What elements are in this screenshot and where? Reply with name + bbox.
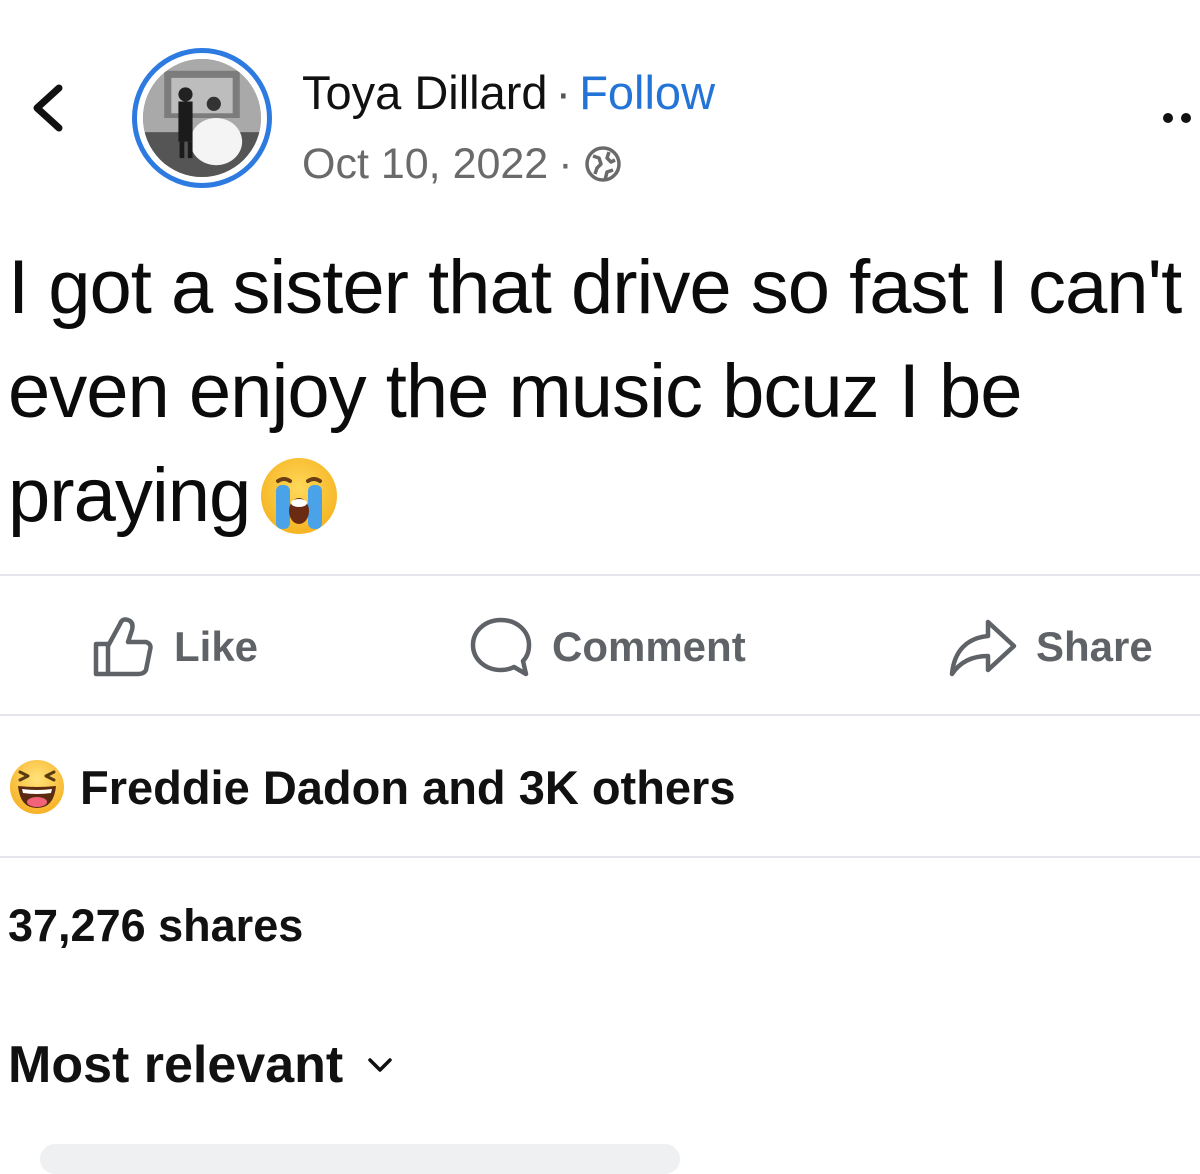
divider xyxy=(0,856,1200,858)
follow-button[interactable]: Follow xyxy=(579,66,715,119)
post-meta: Oct 10, 2022 · xyxy=(302,136,623,192)
post-text: I got a sister that drive so fast I can'… xyxy=(8,245,1182,538)
author-name[interactable]: Toya Dillard xyxy=(302,66,548,119)
comment-bubble-icon xyxy=(470,617,532,677)
back-button[interactable] xyxy=(22,78,72,138)
more-options-icon xyxy=(1163,113,1191,123)
divider xyxy=(0,714,1200,716)
share-label: Share xyxy=(1036,623,1153,670)
reactions-text: Freddie Dadon and 3K others xyxy=(80,760,736,814)
avatar-photo xyxy=(143,59,261,177)
laughing-face-icon xyxy=(10,760,64,814)
like-label: Like xyxy=(174,623,259,670)
share-button[interactable]: Share xyxy=(948,610,1153,684)
separator-dot: · xyxy=(558,140,573,188)
globe-icon xyxy=(584,146,621,182)
post-body: I got a sister that drive so fast I can'… xyxy=(8,236,1194,548)
author-avatar[interactable] xyxy=(132,48,272,188)
thumbs-up-icon xyxy=(93,617,153,677)
back-chevron-icon xyxy=(33,84,63,132)
chevron-down-icon xyxy=(368,1058,392,1072)
comment-preview xyxy=(40,1144,680,1174)
author-line: Toya Dillard · Follow xyxy=(302,62,715,124)
like-button[interactable]: Like xyxy=(90,610,258,684)
comment-label: Comment xyxy=(552,623,746,670)
separator-dot: · xyxy=(555,66,572,119)
more-options-button[interactable] xyxy=(1160,100,1200,130)
divider xyxy=(0,574,1200,576)
post-date[interactable]: Oct 10, 2022 xyxy=(302,136,548,192)
comment-sort-dropdown[interactable]: Most relevant xyxy=(8,1030,393,1100)
share-arrow-icon xyxy=(949,619,1017,677)
crying-face-icon xyxy=(261,458,338,534)
comment-button[interactable]: Comment xyxy=(468,610,746,684)
sort-label: Most relevant xyxy=(8,1036,344,1094)
shares-count[interactable]: 37,276 shares xyxy=(8,900,303,952)
reactions-summary[interactable]: Freddie Dadon and 3K others xyxy=(8,752,735,822)
